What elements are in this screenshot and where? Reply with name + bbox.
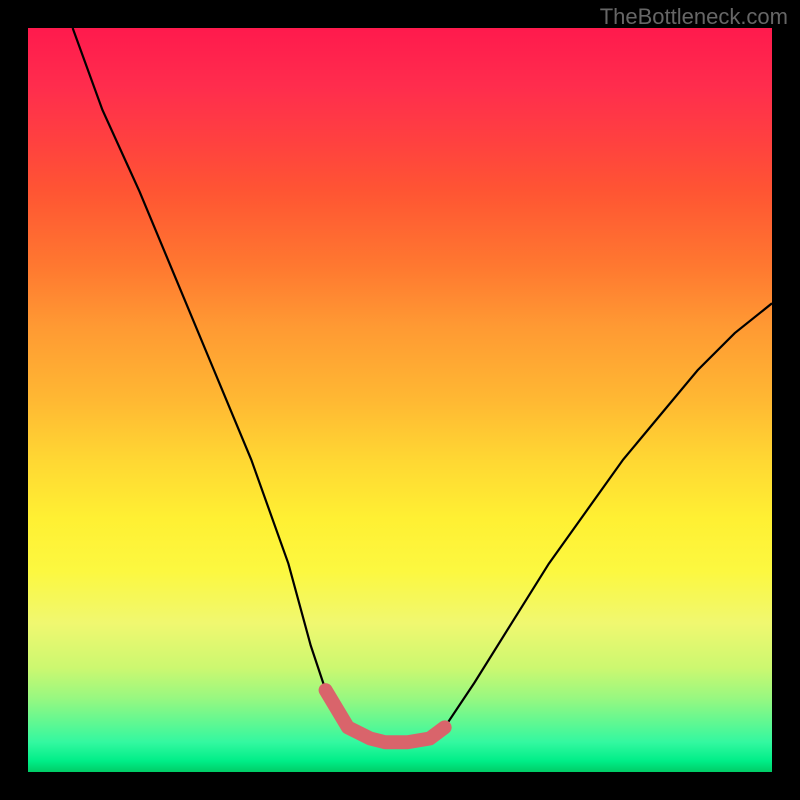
bottleneck-curve-line — [73, 28, 772, 742]
watermark-text: TheBottleneck.com — [600, 4, 788, 30]
chart-svg — [28, 28, 772, 772]
plot-area — [28, 28, 772, 772]
chart-container: TheBottleneck.com — [0, 0, 800, 800]
bottom-highlight-line — [326, 690, 445, 742]
